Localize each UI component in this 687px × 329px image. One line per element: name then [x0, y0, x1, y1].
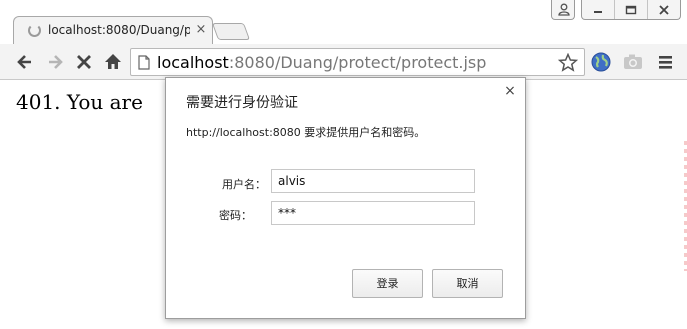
user-icon [558, 3, 570, 16]
url-text[interactable]: localhost:8080/Duang/protect/protect.jsp [157, 53, 486, 73]
dialog-message: http://localhost:8080 要求提供用户名和密码。 [186, 126, 426, 139]
bookmark-star-icon[interactable] [558, 53, 578, 72]
login-button[interactable]: 登录 [352, 269, 423, 298]
back-button[interactable] [14, 51, 36, 73]
tab-strip: localhost:8080/Duang/protect/protect.jsp… [0, 0, 687, 44]
maximize-icon [625, 5, 637, 14]
minimize-button[interactable] [582, 0, 615, 19]
user-profile-button[interactable] [551, 0, 575, 20]
url-host: localhost [157, 53, 229, 72]
home-icon [105, 54, 121, 69]
tab-close-icon[interactable]: × [194, 22, 208, 37]
username-field[interactable] [271, 169, 475, 193]
close-window-button[interactable] [648, 0, 680, 19]
forward-button[interactable] [44, 51, 66, 73]
url-path: :8080/Duang/protect/protect.jsp [228, 53, 487, 72]
password-field[interactable] [271, 201, 475, 225]
page-body-text: 401. You are [16, 90, 143, 114]
username-label: 用户名： [222, 178, 266, 191]
hamburger-menu-icon [659, 56, 672, 69]
back-arrow-icon [17, 55, 31, 69]
maximize-button[interactable] [615, 0, 648, 19]
dialog-close-icon[interactable]: × [503, 84, 517, 98]
tab-title: localhost:8080/Duang/protect/protect.jsp [48, 23, 190, 37]
address-bar[interactable]: localhost:8080/Duang/protect/protect.jsp [130, 48, 585, 76]
globe-extension-button[interactable] [590, 51, 612, 73]
menu-button[interactable] [655, 51, 677, 73]
window-button-group [581, 0, 681, 20]
camera-icon [624, 54, 642, 69]
camera-button[interactable] [622, 51, 644, 73]
new-tab-button[interactable] [211, 23, 251, 40]
browser-tab[interactable]: localhost:8080/Duang/protect/protect.jsp… [13, 16, 213, 44]
forward-arrow-icon [49, 55, 63, 69]
auth-dialog: × 需要进行身份验证 http://localhost:8080 要求提供用户名… [165, 77, 526, 319]
home-button[interactable] [102, 51, 124, 73]
globe-extension-icon [591, 52, 611, 72]
cancel-button[interactable]: 取消 [432, 269, 503, 298]
browser-toolbar: localhost:8080/Duang/protect/protect.jsp [0, 44, 687, 80]
stop-icon [77, 55, 91, 69]
minimize-icon [594, 10, 602, 13]
loading-spinner-icon [28, 24, 41, 37]
stop-button[interactable] [73, 51, 95, 73]
dialog-title: 需要进行身份验证 [186, 95, 298, 111]
page-icon [138, 55, 150, 70]
password-label: 密码： [219, 209, 252, 222]
close-window-icon [659, 4, 669, 15]
